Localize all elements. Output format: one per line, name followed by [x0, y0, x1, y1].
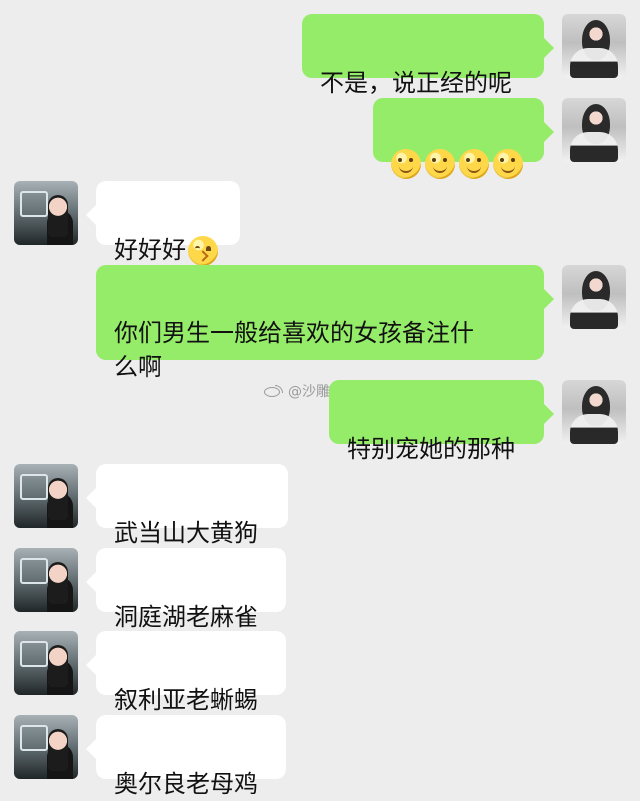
message-text-4: 你们男生一般给喜欢的女孩备注什 么啊 — [114, 319, 474, 381]
smiling-face-icon — [425, 149, 455, 179]
message-bubble-1[interactable]: 不是，说正经的呢 — [302, 14, 554, 97]
message-bubble-6[interactable]: 武当山大黄狗 — [86, 464, 288, 547]
message-text-3: 好好好 — [114, 236, 186, 264]
male-avatar-icon[interactable] — [14, 631, 78, 695]
message-text-5: 特别宠她的那种 — [347, 435, 515, 463]
message-text-7: 洞庭湖老麻雀 — [114, 603, 258, 631]
message-bubble-2[interactable] — [373, 98, 554, 179]
female-avatar-icon[interactable] — [562, 14, 626, 78]
message-bubble-7[interactable]: 洞庭湖老麻雀 — [86, 548, 286, 631]
male-avatar-icon[interactable] — [14, 548, 78, 612]
message-bubble-3[interactable]: 好好好 — [86, 181, 240, 266]
chat-window: 不是，说正经的呢 好好好 你们男生一般给喜欢的女孩备注什 么啊 @沙雕组织 特别… — [0, 0, 640, 798]
male-avatar-icon[interactable] — [14, 715, 78, 779]
message-text-1: 不是，说正经的呢 — [320, 69, 512, 97]
female-avatar-icon[interactable] — [562, 380, 626, 444]
message-text-9: 奥尔良老母鸡 — [114, 770, 258, 798]
male-avatar-icon[interactable] — [14, 181, 78, 245]
female-avatar-icon[interactable] — [562, 98, 626, 162]
smiling-face-icon — [391, 149, 421, 179]
weibo-icon — [264, 385, 284, 399]
message-bubble-4[interactable]: 你们男生一般给喜欢的女孩备注什 么啊 — [96, 265, 554, 381]
smiling-face-icon — [459, 149, 489, 179]
message-bubble-9[interactable]: 奥尔良老母鸡 — [86, 715, 286, 798]
message-text-6: 武当山大黄狗 — [114, 519, 258, 547]
message-bubble-5[interactable]: 特别宠她的那种 — [329, 380, 554, 463]
smiling-face-icon — [493, 149, 523, 179]
kissing-face-icon — [188, 236, 218, 266]
emoji-group — [391, 147, 526, 181]
male-avatar-icon[interactable] — [14, 464, 78, 528]
message-text-8: 叙利亚老蜥蜴 — [114, 686, 258, 714]
female-avatar-icon[interactable] — [562, 265, 626, 329]
message-bubble-8[interactable]: 叙利亚老蜥蜴 — [86, 631, 286, 714]
